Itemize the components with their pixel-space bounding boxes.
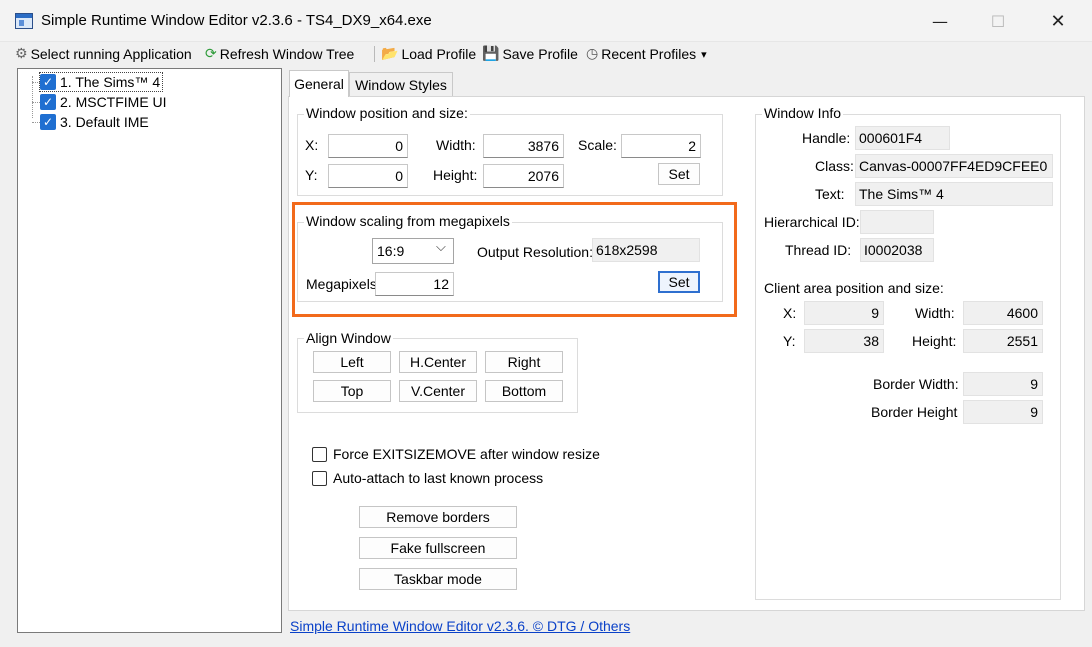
checkbox-checked-icon[interactable]: ✓ (40, 114, 56, 130)
border-width-label: Border Width: (873, 376, 959, 392)
tree-item-label: 1. The Sims™ 4 (60, 74, 161, 90)
width-input[interactable]: 3876 (483, 134, 564, 158)
y-label: Y: (305, 167, 318, 183)
auto-attach-checkbox[interactable]: Auto-attach to last known process (312, 470, 543, 486)
chevron-down-icon: ▾ (701, 48, 707, 61)
auto-attach-label: Auto-attach to last known process (333, 470, 544, 486)
align-window-group-title: Align Window (304, 330, 393, 346)
select-app-button[interactable]: ⚙ Select running Application (15, 44, 192, 64)
remove-borders-button[interactable]: Remove borders (359, 506, 517, 528)
toolbar: ⚙ Select running Application ⟳ Refresh W… (0, 42, 1092, 66)
save-icon: 💾 (482, 46, 500, 62)
force-exitsizemove-checkbox[interactable]: Force EXITSIZEMOVE after window resize (312, 446, 600, 462)
class-label: Class: (815, 158, 854, 174)
hierarchical-id-label: Hierarchical ID: (764, 214, 860, 230)
close-button[interactable]: ✕ (1028, 0, 1088, 42)
tree-connector (32, 82, 40, 83)
class-value: Canvas-00007FF4ED9CFEE0 (855, 154, 1053, 178)
checkbox-unchecked-icon (312, 470, 327, 486)
scale-label: Scale: (578, 137, 617, 153)
client-x-label: X: (783, 305, 797, 321)
client-area-title: Client area position and size: (764, 280, 944, 296)
tree-item-label: 3. Default IME (60, 114, 149, 130)
height-input[interactable]: 2076 (483, 164, 564, 188)
client-y-label: Y: (783, 333, 796, 349)
save-profile-label: Save Profile (502, 46, 578, 62)
checkbox-checked-icon[interactable]: ✓ (40, 94, 56, 110)
border-width-value: 9 (963, 372, 1043, 396)
client-x-value: 9 (804, 301, 884, 325)
thread-id-label: Thread ID: (785, 242, 852, 258)
hierarchical-id-value (860, 210, 934, 234)
save-profile-button[interactable]: 💾 Save Profile (482, 44, 578, 64)
recent-profiles-label: Recent Profiles (601, 46, 697, 62)
checkbox-checked-icon[interactable]: ✓ (40, 74, 56, 90)
tree-item-msctfime-ui[interactable]: ✓ 2. MSCTFIME UI (40, 93, 167, 111)
clock-icon: ◷ (586, 46, 599, 62)
x-input[interactable]: 0 (328, 134, 408, 158)
tree-connector (32, 122, 40, 123)
window-tree[interactable]: ✓ 1. The Sims™ 4 ✓ 2. MSCTFIME UI ✓ 3. D… (17, 68, 282, 633)
load-profile-button[interactable]: 📂 Load Profile (381, 44, 476, 64)
scale-input[interactable]: 2 (621, 134, 701, 158)
tab-window-styles[interactable]: Window Styles (349, 72, 453, 96)
checkbox-unchecked-icon (312, 446, 327, 462)
align-left-button[interactable]: Left (313, 351, 391, 373)
recent-profiles-button[interactable]: ◷ Recent Profiles ▾ (586, 44, 707, 64)
load-profile-label: Load Profile (401, 46, 477, 62)
align-top-button[interactable]: Top (313, 380, 391, 402)
y-input[interactable]: 0 (328, 164, 408, 188)
set-position-button[interactable]: Set (658, 163, 700, 185)
highlight-box (292, 202, 737, 317)
about-link[interactable]: Simple Runtime Window Editor v2.3.6. © D… (290, 618, 630, 634)
text-value: The Sims™ 4 (855, 182, 1053, 206)
tree-connector (32, 102, 40, 103)
app-icon (15, 13, 33, 29)
border-height-label: Border Height (871, 404, 958, 420)
client-width-label: Width: (915, 305, 955, 321)
align-right-button[interactable]: Right (485, 351, 563, 373)
align-hcenter-button[interactable]: H.Center (399, 351, 477, 373)
tree-item-the-sims-4[interactable]: ✓ 1. The Sims™ 4 (38, 72, 164, 92)
tab-general[interactable]: General (289, 70, 349, 97)
align-vcenter-button[interactable]: V.Center (399, 380, 477, 402)
border-height-value: 9 (963, 400, 1043, 424)
position-size-group-title: Window position and size: (304, 105, 470, 121)
text-label: Text: (815, 186, 845, 202)
refresh-tree-button[interactable]: ⟳ Refresh Window Tree (205, 44, 354, 64)
client-width-value: 4600 (963, 301, 1043, 325)
tree-item-label: 2. MSCTFIME UI (60, 94, 167, 110)
title-bar: Simple Runtime Window Editor v2.3.6 - TS… (0, 0, 1092, 42)
tree-item-default-ime[interactable]: ✓ 3. Default IME (40, 113, 149, 131)
handle-value: 000601F4 (855, 126, 950, 150)
gear-icon: ⚙ (15, 46, 28, 62)
height-label: Height: (433, 167, 478, 183)
window-info-group-title: Window Info (762, 105, 844, 121)
thread-id-value: I0002038 (860, 238, 934, 262)
client-height-label: Height: (912, 333, 957, 349)
window-title: Simple Runtime Window Editor v2.3.6 - TS… (41, 12, 432, 29)
toolbar-separator (374, 46, 375, 62)
minimize-button[interactable]: — (910, 0, 970, 42)
client-height-value: 2551 (963, 329, 1043, 353)
folder-icon: 📂 (381, 46, 399, 62)
select-app-label: Select running Application (30, 46, 192, 62)
maximize-button[interactable]: ☐ (968, 0, 1028, 42)
width-label: Width: (436, 137, 476, 153)
refresh-icon: ⟳ (205, 46, 217, 62)
x-label: X: (305, 137, 319, 153)
client-y-value: 38 (804, 329, 884, 353)
align-bottom-button[interactable]: Bottom (485, 380, 563, 402)
handle-label: Handle: (802, 130, 851, 146)
fake-fullscreen-button[interactable]: Fake fullscreen (359, 537, 517, 559)
force-exitsizemove-label: Force EXITSIZEMOVE after window resize (333, 446, 600, 462)
taskbar-mode-button[interactable]: Taskbar mode (359, 568, 517, 590)
refresh-tree-label: Refresh Window Tree (219, 46, 355, 62)
